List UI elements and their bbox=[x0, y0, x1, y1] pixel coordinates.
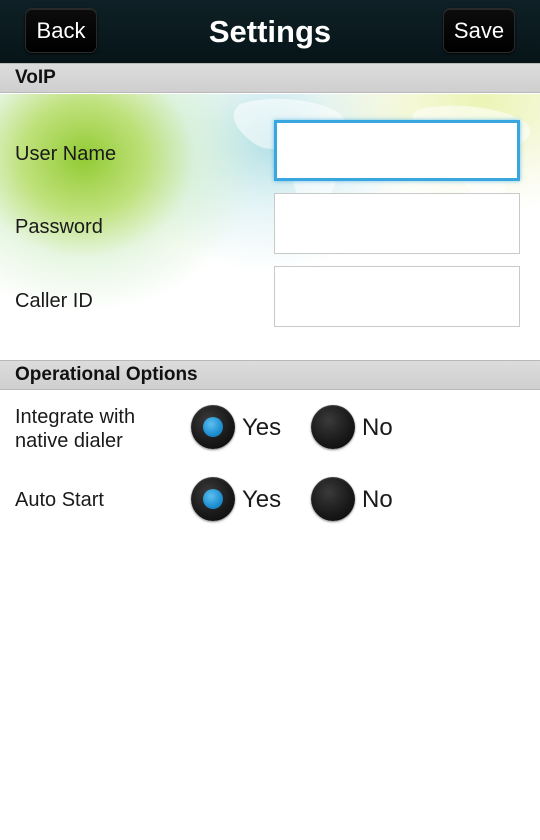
section-header-operational-options: Operational Options bbox=[0, 360, 540, 390]
auto-start-yes-label[interactable]: Yes bbox=[242, 486, 281, 514]
username-input[interactable] bbox=[274, 120, 520, 181]
selected-dot bbox=[203, 489, 223, 509]
section-title: VoIP bbox=[15, 67, 56, 88]
auto-start-label: Auto Start bbox=[15, 489, 104, 511]
section-title: Operational Options bbox=[15, 364, 198, 385]
integrate-dialer-no-radio[interactable] bbox=[311, 405, 355, 449]
top-bar: Back Settings Save bbox=[0, 0, 540, 63]
username-label: User Name bbox=[15, 143, 117, 165]
back-button[interactable]: Back bbox=[25, 8, 97, 53]
auto-start-no-label[interactable]: No bbox=[362, 486, 393, 514]
settings-screen: Back Settings Save VoIP User Name Passwo… bbox=[0, 0, 540, 840]
integrate-dialer-yes-label[interactable]: Yes bbox=[242, 414, 281, 442]
auto-start-yes-radio[interactable] bbox=[191, 477, 235, 521]
save-button[interactable]: Save bbox=[443, 8, 515, 53]
password-input[interactable] bbox=[274, 193, 520, 254]
selected-dot bbox=[203, 417, 223, 437]
caller-id-label: Caller ID bbox=[15, 290, 93, 312]
auto-start-no-radio[interactable] bbox=[311, 477, 355, 521]
integrate-dialer-no-label[interactable]: No bbox=[362, 414, 393, 442]
integrate-dialer-label: Integrate with native dialer bbox=[15, 406, 136, 452]
section-header-voip: VoIP bbox=[0, 63, 540, 93]
caller-id-input[interactable] bbox=[274, 266, 520, 327]
integrate-dialer-yes-radio[interactable] bbox=[191, 405, 235, 449]
password-label: Password bbox=[15, 216, 103, 238]
